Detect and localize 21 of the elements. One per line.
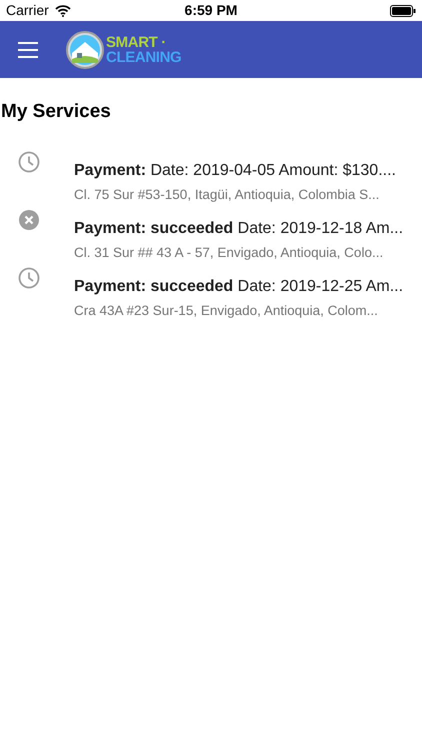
service-item[interactable]: Payment: succeeded Date: 2019-12-18 Am... Cl. 31 Sur ## 43 A - 57, Envigado, Antioquia, Colo... bbox=[0, 208, 422, 266]
menu-button[interactable] bbox=[18, 42, 38, 58]
carrier-label: Carrier bbox=[6, 1, 49, 20]
clock-icon bbox=[18, 266, 40, 288]
page-title: My Services bbox=[0, 100, 112, 124]
service-item[interactable]: Payment: succeeded Date: 2019-12-25 Am... Cra 43A #23 Sur-15, Envigado, Antioquia, Colom... bbox=[0, 266, 422, 324]
service-title: Payment: succeeded Date: 2019-12-25 Am... bbox=[74, 276, 404, 296]
service-item[interactable]: Payment: Date: 2019-04-05 Amount: $130.... Cl. 75 Sur #53-150, Itagüi, Antioquia, Colombia S... bbox=[0, 150, 422, 208]
logo-text: SMART · bbox=[106, 34, 167, 50]
service-title: Payment: succeeded Date: 2019-12-18 Am... bbox=[74, 218, 404, 238]
house-logo-icon bbox=[66, 30, 104, 68]
status-time: 6:59 PM bbox=[184, 1, 238, 20]
service-address: Cl. 75 Sur #53-150, Itagüi, Antioquia, Colombia S... bbox=[74, 186, 380, 204]
clock-icon bbox=[18, 150, 40, 172]
service-title: Payment: Date: 2019-04-05 Amount: $130.... bbox=[74, 160, 396, 180]
service-address: Cl. 31 Sur ## 43 A - 57, Envigado, Antioquia, Colo... bbox=[74, 244, 384, 262]
logo-text: CLEANING bbox=[106, 50, 182, 64]
cancel-icon bbox=[18, 208, 40, 230]
battery-icon bbox=[390, 4, 416, 16]
service-address: Cra 43A #23 Sur-15, Envigado, Antioquia, Colom... bbox=[74, 302, 379, 320]
wifi-icon bbox=[54, 4, 71, 16]
